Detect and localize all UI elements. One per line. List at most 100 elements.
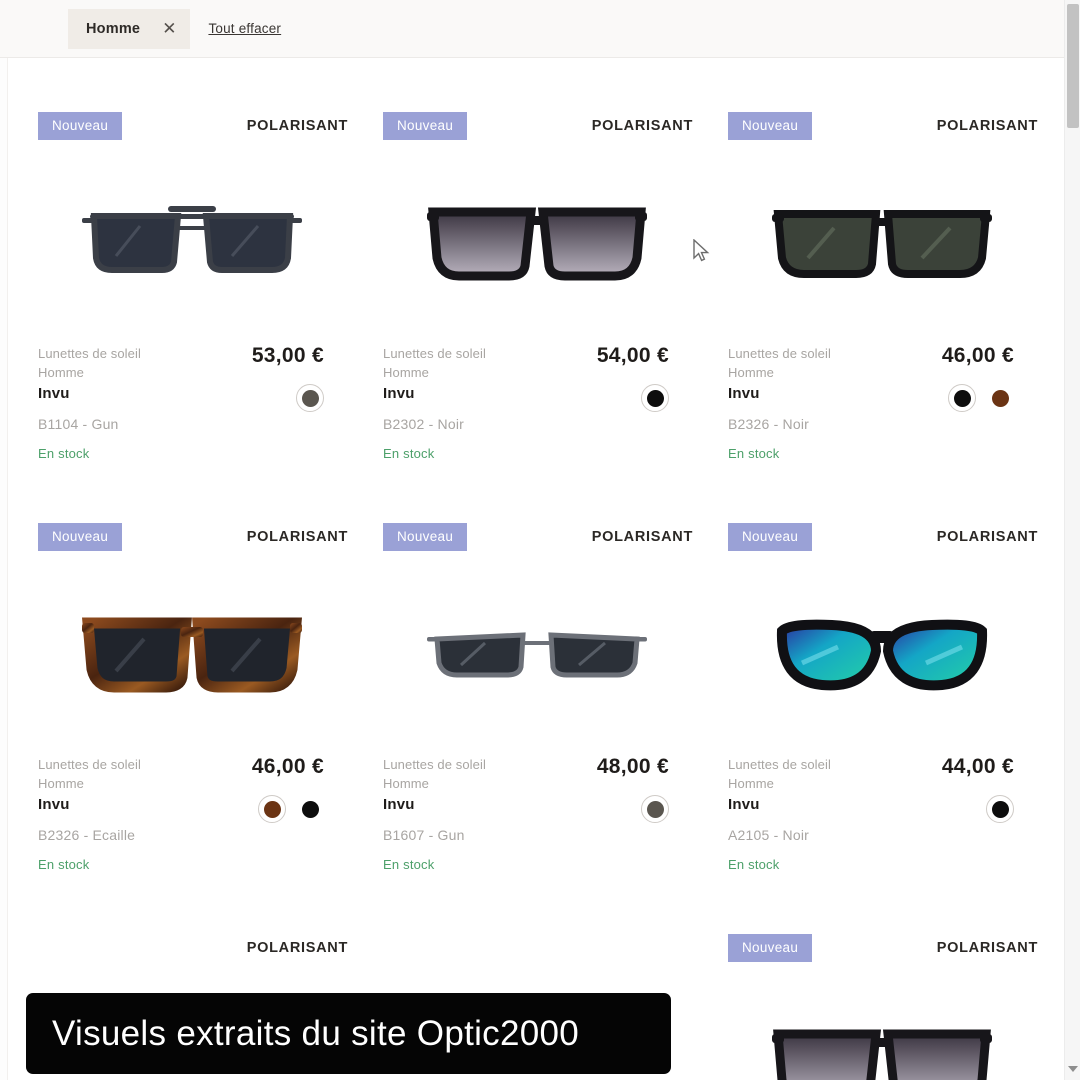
- product-info-right: 44,00 €: [942, 753, 1046, 872]
- tag-polarisant: POLARISANT: [246, 118, 348, 134]
- color-swatch[interactable]: [641, 795, 669, 823]
- badge-nouveau[interactable]: Nouveau: [728, 933, 813, 963]
- badge-nouveau[interactable]: Nouveau: [38, 522, 123, 552]
- filter-chip-homme[interactable]: Homme ✕: [68, 8, 191, 49]
- product-category-line2: Homme: [38, 365, 85, 380]
- product-price: 48,00 €: [596, 755, 669, 778]
- filter-bar: Homme ✕ Tout effacer: [0, 0, 1064, 58]
- product-brand: Invu: [728, 385, 760, 402]
- color-swatch-dot: [953, 389, 971, 407]
- tag-polarisant: POLARISANT: [246, 940, 348, 956]
- color-swatch[interactable]: [986, 795, 1014, 823]
- tag-polarisant: POLARISANT: [246, 529, 348, 545]
- product-info: Lunettes de soleil Homme Invu B2326 - Ec…: [20, 747, 364, 872]
- color-swatch[interactable]: [296, 384, 324, 412]
- badge-nouveau[interactable]: Nouveau: [383, 522, 468, 552]
- product-category-line1: Lunettes de soleil: [383, 346, 486, 361]
- tag-polarisant: POLARISANT: [591, 529, 693, 545]
- product-color-swatches: [942, 795, 1014, 823]
- product-card-header: Nouveau POLARISANT: [710, 517, 1054, 557]
- product-color-swatches: [252, 384, 324, 412]
- close-icon[interactable]: ✕: [162, 20, 176, 37]
- badge-nouveau[interactable]: Nouveau: [38, 111, 123, 141]
- product-category-line2: Homme: [383, 776, 430, 791]
- product-card[interactable]: Nouveau POLARISANT: [710, 928, 1054, 1080]
- product-stock-status: En stock: [38, 857, 90, 872]
- clear-all-link[interactable]: Tout effacer: [208, 21, 281, 36]
- product-brand: Invu: [38, 385, 70, 402]
- product-stock-status: En stock: [383, 857, 435, 872]
- product-image[interactable]: [20, 557, 364, 747]
- product-color-swatches: [597, 384, 669, 412]
- product-price: 53,00 €: [251, 344, 324, 367]
- product-card[interactable]: Nouveau POLARISANT Lunettes de soleil Ho…: [710, 106, 1054, 461]
- badge-nouveau[interactable]: Nouveau: [728, 522, 813, 552]
- product-stock-status: En stock: [728, 446, 780, 461]
- color-swatch[interactable]: [258, 795, 286, 823]
- badge-nouveau[interactable]: Nouveau: [383, 111, 468, 141]
- product-image[interactable]: [710, 557, 1054, 747]
- tag-polarisant: POLARISANT: [936, 118, 1038, 134]
- product-image[interactable]: [365, 146, 709, 336]
- product-brand: Invu: [728, 796, 760, 813]
- product-image[interactable]: [365, 557, 709, 747]
- product-color-swatches: [942, 384, 1014, 412]
- product-image[interactable]: [710, 968, 1054, 1080]
- product-info: Lunettes de soleil Homme Invu B1607 - Gu…: [365, 747, 709, 872]
- product-card[interactable]: Nouveau POLARISANT Lunettes de soleil Ho…: [365, 517, 709, 872]
- color-swatch[interactable]: [986, 384, 1014, 412]
- product-info-right: 54,00 €: [597, 342, 701, 461]
- badge-nouveau[interactable]: Nouveau: [728, 111, 813, 141]
- product-category-line1: Lunettes de soleil: [728, 346, 831, 361]
- color-swatch-dot: [646, 389, 664, 407]
- product-card-header: [365, 928, 709, 968]
- scrollbar-thumb[interactable]: [1067, 4, 1079, 128]
- product-reference: B2326 - Noir: [728, 416, 809, 432]
- product-card[interactable]: Nouveau POLARISANT Lunettes de soleil Ho…: [365, 106, 709, 461]
- product-card-header: Nouveau POLARISANT: [20, 106, 364, 146]
- product-image[interactable]: [20, 146, 364, 336]
- color-swatch-dot: [646, 800, 664, 818]
- product-image[interactable]: [710, 146, 1054, 336]
- page-root: Homme ✕ Tout effacer Nouveau POLARISANT …: [0, 0, 1080, 1080]
- badge-placeholder: [38, 948, 39, 949]
- product-category-line2: Homme: [383, 365, 430, 380]
- product-stock-status: En stock: [383, 446, 435, 461]
- product-category-line1: Lunettes de soleil: [38, 757, 141, 772]
- product-info: Lunettes de soleil Homme Invu B1104 - Gu…: [20, 336, 364, 461]
- product-card-header: Nouveau POLARISANT: [710, 106, 1054, 146]
- tag-polarisant: POLARISANT: [936, 940, 1038, 956]
- chevron-down-icon[interactable]: [1068, 1064, 1078, 1074]
- product-info-left: Lunettes de soleil Homme Invu B2326 - Ec…: [38, 753, 141, 872]
- product-info-right: 46,00 €: [252, 753, 356, 872]
- color-swatch[interactable]: [641, 384, 669, 412]
- product-reference: B2302 - Noir: [383, 416, 464, 432]
- product-info: Lunettes de soleil Homme Invu B2326 - No…: [710, 336, 1054, 461]
- product-reference: A2105 - Noir: [728, 827, 809, 843]
- product-info: Lunettes de soleil Homme Invu A2105 - No…: [710, 747, 1054, 872]
- product-stock-status: En stock: [728, 857, 780, 872]
- tag-polarisant: POLARISANT: [591, 118, 693, 134]
- product-grid: Nouveau POLARISANT Lunettes de soleil Ho…: [8, 58, 1064, 1080]
- product-category-line2: Homme: [728, 776, 775, 791]
- product-info-left: Lunettes de soleil Homme Invu A2105 - No…: [728, 753, 831, 872]
- product-card-header: Nouveau POLARISANT: [710, 928, 1054, 968]
- product-card[interactable]: Nouveau POLARISANT Lunettes de soleil Ho…: [20, 106, 364, 461]
- product-reference: B2326 - Ecaille: [38, 827, 136, 843]
- product-info-right: 48,00 €: [597, 753, 701, 872]
- product-card[interactable]: Nouveau POLARISANT Lunettes de soleil Ho…: [710, 517, 1054, 872]
- product-color-swatches: [252, 795, 324, 823]
- product-card-header: Nouveau POLARISANT: [20, 517, 364, 557]
- tag-polarisant: POLARISANT: [936, 529, 1038, 545]
- product-card[interactable]: Nouveau POLARISANT Lunettes de soleil Ho…: [20, 517, 364, 872]
- color-swatch[interactable]: [948, 384, 976, 412]
- product-category-line1: Lunettes de soleil: [38, 346, 141, 361]
- source-caption-text: Visuels extraits du site Optic2000: [52, 1013, 580, 1053]
- filter-chip-label: Homme: [86, 20, 141, 37]
- vertical-scrollbar[interactable]: [1064, 0, 1080, 1080]
- product-info-right: 46,00 €: [942, 342, 1046, 461]
- product-reference: B1607 - Gun: [383, 827, 465, 843]
- color-swatch[interactable]: [296, 795, 324, 823]
- product-price: 54,00 €: [596, 344, 669, 367]
- product-price: 44,00 €: [941, 755, 1014, 778]
